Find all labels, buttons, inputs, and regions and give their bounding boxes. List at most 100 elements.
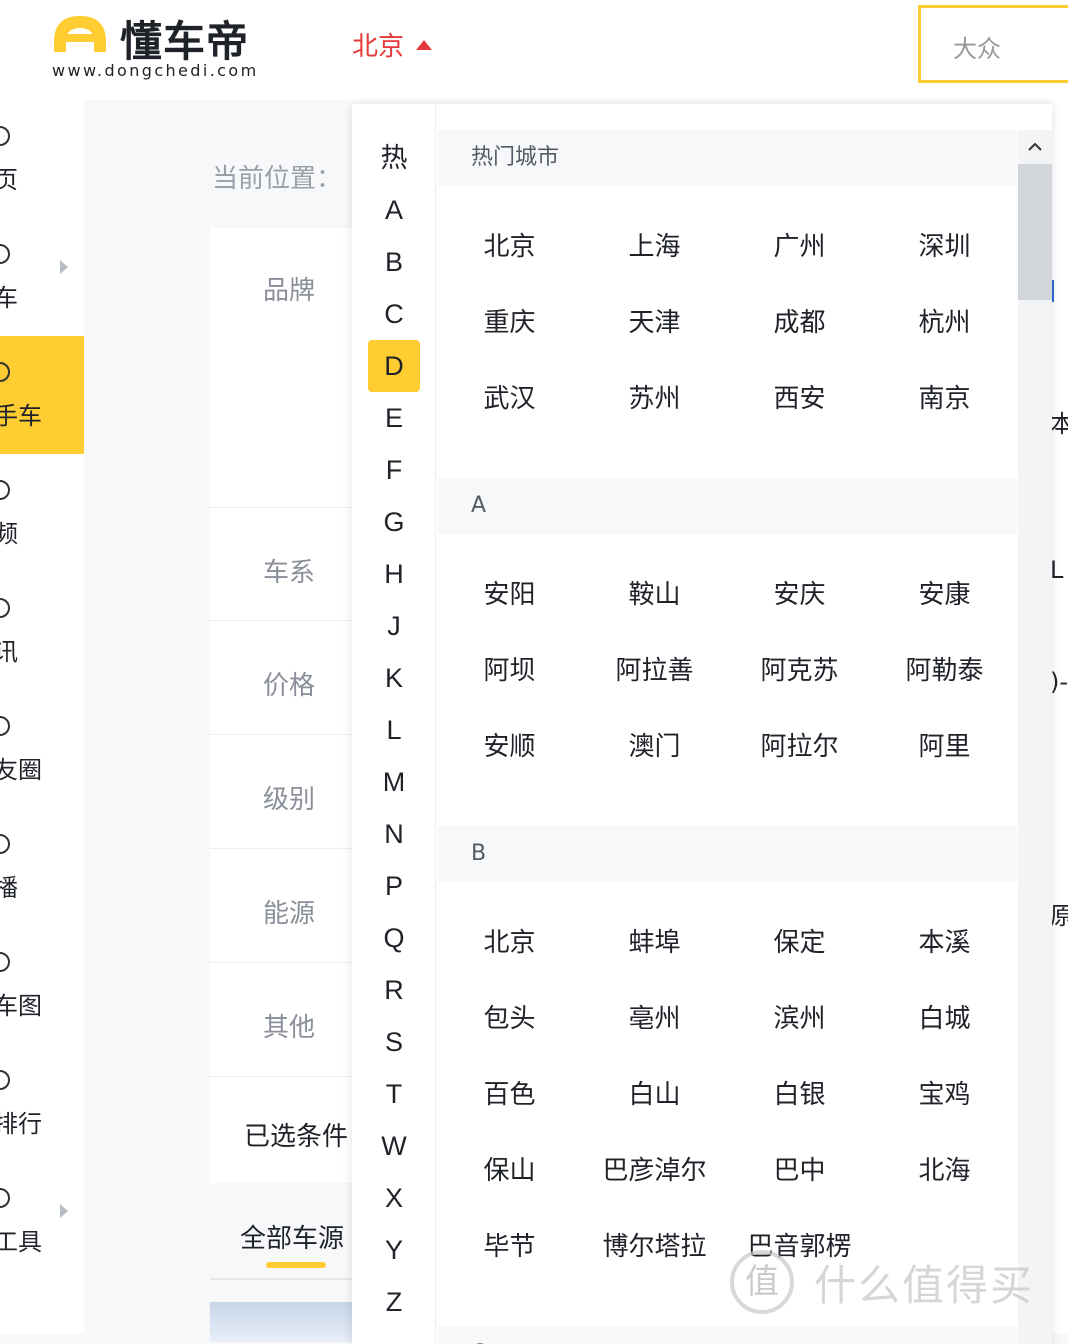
city-option[interactable]: 深圳 <box>872 226 1017 263</box>
chevron-up-icon[interactable] <box>1026 138 1044 156</box>
scrollbar-thumb[interactable] <box>1018 164 1052 300</box>
car-thumbnail[interactable] <box>210 1302 360 1342</box>
city-option[interactable]: 宝鸡 <box>872 1074 1017 1111</box>
sidebar-item[interactable]: 排行 <box>0 1044 84 1162</box>
sidebar-item[interactable]: 播 <box>0 808 84 926</box>
city-option[interactable]: 阿拉尔 <box>727 726 872 763</box>
city-option[interactable]: 博尔塔拉 <box>582 1226 727 1263</box>
city-list: 热门城市 北京 上海 广州 深圳 重庆 天津 成都 杭州 武汉 苏州 西安 南京 A 安阳 鞍山 安庆 安康 阿坝阿… <box>437 130 1017 1344</box>
city-option[interactable]: 阿克苏 <box>727 650 872 687</box>
letter-index-item[interactable]: E <box>368 392 420 444</box>
sidebar-item[interactable]: 工具 <box>0 1162 84 1280</box>
city-option[interactable]: 安顺 <box>437 726 582 763</box>
city-option[interactable]: 阿勒泰 <box>872 650 1017 687</box>
city-option[interactable]: 阿里 <box>872 726 1017 763</box>
city-option[interactable]: 毕节 <box>437 1226 582 1263</box>
sidebar-item[interactable]: 车 <box>0 218 84 336</box>
city-option[interactable]: 北京 <box>437 226 582 263</box>
letter-index-item[interactable]: J <box>368 600 420 652</box>
watermark-logo-icon: 值 <box>730 1250 794 1314</box>
sidebar-item-label: 页 <box>0 166 18 194</box>
city-option[interactable]: 北京 <box>437 922 582 959</box>
letter-index-item[interactable]: S <box>368 1016 420 1068</box>
letter-index-item[interactable]: G <box>368 496 420 548</box>
city-option[interactable]: 鞍山 <box>582 574 727 611</box>
city-selector[interactable]: 北京 <box>352 26 433 63</box>
sidebar-item[interactable]: 频 <box>0 454 84 572</box>
city-option[interactable]: 安阳 <box>437 574 582 611</box>
letter-index-item[interactable]: W <box>368 1120 420 1172</box>
chevron-right-icon <box>60 260 68 274</box>
filter-row: 价格 <box>210 621 370 735</box>
city-option[interactable]: 安康 <box>872 574 1017 611</box>
letter-index-item[interactable]: L <box>368 704 420 756</box>
letter-index-item[interactable]: R <box>368 964 420 1016</box>
letter-index-item[interactable]: H <box>368 548 420 600</box>
city-option[interactable]: 苏州 <box>582 378 727 415</box>
city-option[interactable]: 广州 <box>727 226 872 263</box>
city-option[interactable]: 本溪 <box>872 922 1017 959</box>
city-group-header: C <box>437 1326 1017 1344</box>
city-option[interactable]: 杭州 <box>872 302 1017 339</box>
city-option[interactable]: 上海 <box>582 226 727 263</box>
city-option[interactable]: 百色 <box>437 1074 582 1111</box>
city-option[interactable]: 北海 <box>872 1150 1017 1187</box>
city-option[interactable]: 巴中 <box>727 1150 872 1187</box>
city-option[interactable]: 白山 <box>582 1074 727 1111</box>
letter-index-item[interactable]: C <box>368 288 420 340</box>
city-option[interactable]: 重庆 <box>437 302 582 339</box>
sidebar-item[interactable]: 讯 <box>0 572 84 690</box>
city-option[interactable]: 武汉 <box>437 378 582 415</box>
letter-index-item[interactable]: T <box>368 1068 420 1120</box>
filter-row: 品牌 <box>210 228 370 508</box>
sidebar-item[interactable]: 车图 <box>0 926 84 1044</box>
city-option[interactable]: 亳州 <box>582 998 727 1035</box>
nav-item-icon <box>0 1070 10 1090</box>
city-option[interactable]: 安庆 <box>727 574 872 611</box>
city-option[interactable]: 白银 <box>727 1074 872 1111</box>
letter-index-item[interactable]: Y <box>368 1224 420 1276</box>
city-option[interactable]: 成都 <box>727 302 872 339</box>
letter-index-item[interactable]: D <box>368 340 420 392</box>
letter-index-item[interactable]: 热 <box>368 132 420 184</box>
letter-index-item[interactable]: N <box>368 808 420 860</box>
tab-all-cars[interactable]: 全部车源 <box>240 1218 344 1255</box>
city-option[interactable]: 包头 <box>437 998 582 1035</box>
city-option[interactable]: 滨州 <box>727 998 872 1035</box>
city-option[interactable]: 西安 <box>727 378 872 415</box>
city-option[interactable]: 澳门 <box>582 726 727 763</box>
city-option[interactable]: 保定 <box>727 922 872 959</box>
scrollbar[interactable] <box>1018 130 1052 1344</box>
letter-index-item[interactable]: A <box>368 184 420 236</box>
tab-underline <box>266 1262 326 1268</box>
sidebar-item[interactable]: 手车 <box>0 336 84 454</box>
letter-index-item[interactable]: P <box>368 860 420 912</box>
city-option[interactable]: 南京 <box>872 378 1017 415</box>
nav-item-icon <box>0 598 10 618</box>
city-option[interactable]: 阿坝 <box>437 650 582 687</box>
city-option[interactable]: 巴彦淖尔 <box>582 1150 727 1187</box>
city-option[interactable]: 阿拉善 <box>582 650 727 687</box>
right-content-peek <box>1052 100 1068 1334</box>
letter-index-item[interactable]: F <box>368 444 420 496</box>
letter-index-item[interactable]: Z <box>368 1276 420 1328</box>
filter-row: 能源 <box>210 849 370 963</box>
search-input[interactable] <box>953 32 1068 60</box>
peek-text: L <box>1050 556 1064 584</box>
search-box[interactable] <box>918 5 1068 83</box>
letter-index-item[interactable]: X <box>368 1172 420 1224</box>
letter-index-item[interactable]: B <box>368 236 420 288</box>
city-option[interactable]: 白城 <box>872 998 1017 1035</box>
letter-index-item[interactable]: K <box>368 652 420 704</box>
letter-index-item[interactable]: Q <box>368 912 420 964</box>
sidebar-item[interactable]: 友圈 <box>0 690 84 808</box>
sidebar-item-label: 排行 <box>0 1110 42 1138</box>
letter-index-item[interactable]: M <box>368 756 420 808</box>
city-option[interactable]: 保山 <box>437 1150 582 1187</box>
city-option[interactable]: 蚌埠 <box>582 922 727 959</box>
sidebar-item-label: 手车 <box>0 402 42 430</box>
sidebar-item-label: 友圈 <box>0 756 42 784</box>
city-selector-label: 北京 <box>352 32 405 62</box>
city-option[interactable]: 天津 <box>582 302 727 339</box>
sidebar-item[interactable]: 页 <box>0 100 84 218</box>
